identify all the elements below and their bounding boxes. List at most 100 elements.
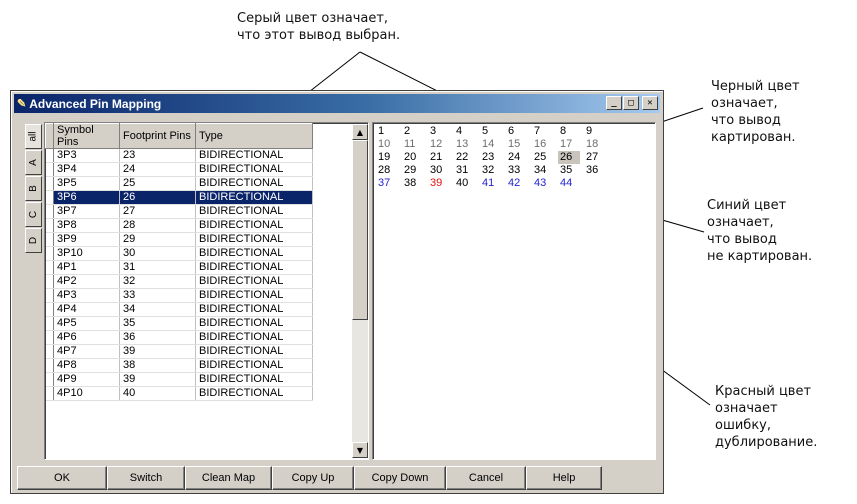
cell-footprint-pin[interactable]: 27 [119, 204, 196, 219]
cell-type[interactable]: BIDIRECTIONAL [195, 204, 313, 219]
tab-d[interactable]: D [25, 228, 42, 253]
pin-cell[interactable]: 30 [428, 164, 450, 177]
clean-map-button[interactable]: Clean Map [185, 466, 272, 490]
table-row[interactable]: 3P8 28 BIDIRECTIONAL [45, 218, 313, 233]
table-row[interactable]: 4P7 39 BIDIRECTIONAL [45, 344, 313, 359]
row-selector[interactable] [45, 260, 54, 275]
column-header-footprint-pins[interactable]: Footprint Pins [119, 123, 196, 149]
row-selector[interactable] [45, 330, 54, 345]
pin-cell[interactable]: 29 [402, 164, 424, 177]
cell-symbol-pin[interactable]: 4P10 [53, 386, 120, 401]
table-row[interactable]: 3P3 23 BIDIRECTIONAL [45, 148, 313, 163]
cell-symbol-pin[interactable]: 4P4 [53, 302, 120, 317]
pin-cell[interactable]: 41 [480, 177, 502, 190]
cell-type[interactable]: BIDIRECTIONAL [195, 344, 313, 359]
pin-cell[interactable]: 10 [376, 138, 398, 151]
minimize-button[interactable]: _ [606, 96, 622, 110]
title-bar[interactable]: ✎ Advanced Pin Mapping _ □ ✕ [14, 94, 660, 113]
tab-c[interactable]: C [25, 202, 42, 227]
table-row[interactable]: 4P10 40 BIDIRECTIONAL [45, 386, 313, 401]
cell-footprint-pin[interactable]: 40 [119, 386, 196, 401]
pin-cell[interactable]: 26 [558, 151, 580, 164]
pin-cell[interactable]: 27 [584, 151, 606, 164]
pin-cell[interactable]: 43 [532, 177, 554, 190]
pin-cell[interactable]: 34 [532, 164, 554, 177]
cell-footprint-pin[interactable]: 39 [119, 372, 196, 387]
vertical-scrollbar[interactable]: ▲ ▼ [352, 124, 368, 458]
cell-type[interactable]: BIDIRECTIONAL [195, 218, 313, 233]
pin-cell[interactable]: 23 [480, 151, 502, 164]
pin-cell[interactable]: 13 [454, 138, 476, 151]
cell-symbol-pin[interactable]: 3P3 [53, 148, 120, 163]
row-selector[interactable] [45, 148, 54, 163]
cell-footprint-pin[interactable]: 35 [119, 316, 196, 331]
pin-cell[interactable]: 21 [428, 151, 450, 164]
copy-down-button[interactable]: Copy Down [354, 466, 446, 490]
pin-cell[interactable]: 37 [376, 177, 398, 190]
cell-footprint-pin[interactable]: 28 [119, 218, 196, 233]
pin-cell[interactable]: 17 [558, 138, 580, 151]
cell-footprint-pin[interactable]: 30 [119, 246, 196, 261]
pin-cell[interactable]: 32 [480, 164, 502, 177]
pin-cell[interactable]: 18 [584, 138, 606, 151]
cell-type[interactable]: BIDIRECTIONAL [195, 162, 313, 177]
row-selector[interactable] [45, 190, 54, 205]
table-row[interactable]: 4P2 32 BIDIRECTIONAL [45, 274, 313, 289]
cell-footprint-pin[interactable]: 39 [119, 344, 196, 359]
scroll-down-arrow-icon[interactable]: ▼ [352, 442, 368, 458]
cell-symbol-pin[interactable]: 4P8 [53, 358, 120, 373]
pin-cell[interactable]: 25 [532, 151, 554, 164]
pin-cell[interactable]: 35 [558, 164, 580, 177]
cell-type[interactable]: BIDIRECTIONAL [195, 260, 313, 275]
row-selector[interactable] [45, 204, 54, 219]
table-row[interactable]: 4P9 39 BIDIRECTIONAL [45, 372, 313, 387]
cell-type[interactable]: BIDIRECTIONAL [195, 316, 313, 331]
table-row[interactable]: 3P7 27 BIDIRECTIONAL [45, 204, 313, 219]
pin-cell[interactable]: 2 [402, 125, 424, 138]
row-selector[interactable] [45, 162, 54, 177]
pin-cell[interactable]: 9 [584, 125, 606, 138]
cell-footprint-pin[interactable]: 36 [119, 330, 196, 345]
help-button[interactable]: Help [526, 466, 602, 490]
pin-cell[interactable]: 1 [376, 125, 398, 138]
cell-footprint-pin[interactable]: 29 [119, 232, 196, 247]
pin-cell[interactable]: 31 [454, 164, 476, 177]
pin-cell[interactable]: 7 [532, 125, 554, 138]
row-selector[interactable] [45, 316, 54, 331]
cell-symbol-pin[interactable]: 4P2 [53, 274, 120, 289]
table-row[interactable]: 3P10 30 BIDIRECTIONAL [45, 246, 313, 261]
cell-type[interactable]: BIDIRECTIONAL [195, 288, 313, 303]
pin-cell[interactable]: 44 [558, 177, 580, 190]
cell-footprint-pin[interactable]: 25 [119, 176, 196, 191]
row-selector[interactable] [45, 232, 54, 247]
column-header-symbol-pins[interactable]: Symbol Pins [53, 123, 120, 149]
cell-type[interactable]: BIDIRECTIONAL [195, 274, 313, 289]
pin-cell[interactable]: 36 [584, 164, 606, 177]
column-header-type[interactable]: Type [195, 123, 313, 149]
cell-symbol-pin[interactable]: 4P7 [53, 344, 120, 359]
row-selector[interactable] [45, 246, 54, 261]
cell-footprint-pin[interactable]: 38 [119, 358, 196, 373]
cell-type[interactable]: BIDIRECTIONAL [195, 190, 313, 205]
cancel-button[interactable]: Cancel [446, 466, 526, 490]
pin-cell[interactable]: 20 [402, 151, 424, 164]
pin-cell[interactable]: 15 [506, 138, 528, 151]
row-selector[interactable] [45, 288, 54, 303]
scroll-thumb[interactable] [352, 140, 368, 320]
switch-button[interactable]: Switch [107, 466, 185, 490]
cell-type[interactable]: BIDIRECTIONAL [195, 148, 313, 163]
pin-cell[interactable]: 14 [480, 138, 502, 151]
table-row[interactable]: 4P3 33 BIDIRECTIONAL [45, 288, 313, 303]
copy-up-button[interactable]: Copy Up [272, 466, 354, 490]
cell-symbol-pin[interactable]: 4P5 [53, 316, 120, 331]
pin-cell[interactable]: 3 [428, 125, 450, 138]
cell-symbol-pin[interactable]: 3P10 [53, 246, 120, 261]
cell-symbol-pin[interactable]: 3P4 [53, 162, 120, 177]
scroll-up-arrow-icon[interactable]: ▲ [352, 124, 368, 140]
table-row[interactable]: 4P5 35 BIDIRECTIONAL [45, 316, 313, 331]
row-selector[interactable] [45, 386, 54, 401]
row-selector[interactable] [45, 302, 54, 317]
cell-footprint-pin[interactable]: 26 [119, 190, 196, 205]
row-selector[interactable] [45, 218, 54, 233]
table-row[interactable]: 4P8 38 BIDIRECTIONAL [45, 358, 313, 373]
